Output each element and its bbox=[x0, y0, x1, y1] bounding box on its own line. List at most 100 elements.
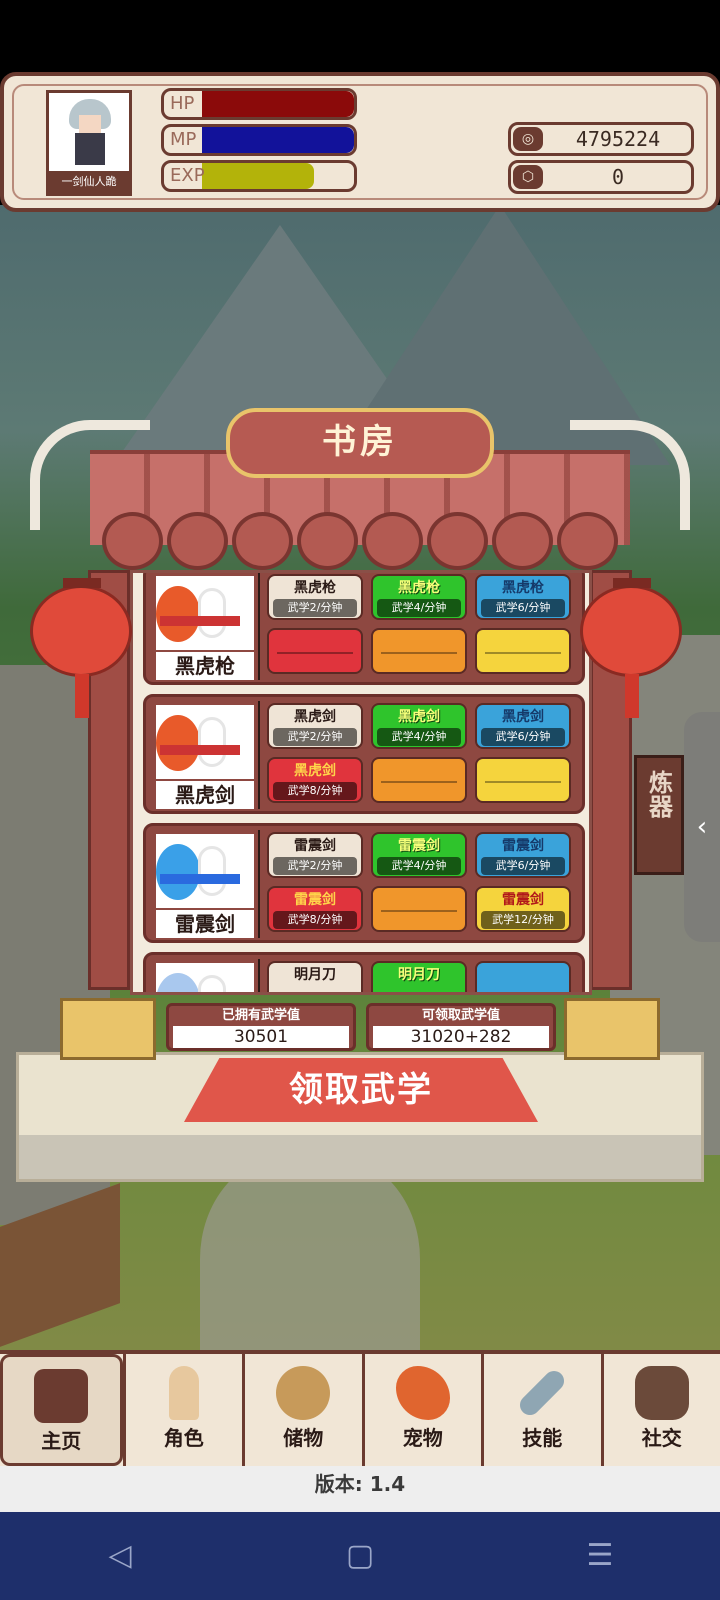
role-icon bbox=[168, 1366, 199, 1420]
skill-tier-slot[interactable] bbox=[475, 757, 571, 803]
lantern-icon bbox=[580, 578, 682, 718]
forge-tab-label: 炼器 bbox=[644, 770, 673, 818]
tier-grid: 黑虎枪 武学2/分钟 黑虎枪 武学4/分钟 黑虎枪 武学6/分钟 bbox=[267, 574, 571, 674]
skill-tier-slot[interactable]: 黑虎枪 武学2/分钟 bbox=[267, 574, 363, 620]
skill-tier-slot[interactable]: 雷震剑武学2/分钟 bbox=[267, 832, 363, 878]
tier-rate: 武学2/分钟 bbox=[273, 857, 357, 875]
divider bbox=[258, 830, 260, 938]
mp-bar: MP bbox=[161, 124, 357, 156]
skill-row[interactable]: 明月刀 明月刀 bbox=[143, 952, 585, 992]
player-name: 一剑仙人跪 bbox=[49, 171, 129, 193]
nav-item-skill[interactable]: 技能 bbox=[481, 1354, 601, 1466]
nav-item-social[interactable]: 社交 bbox=[600, 1354, 720, 1466]
skill-tier-slot[interactable] bbox=[267, 628, 363, 674]
skill-icon bbox=[516, 1366, 569, 1420]
skill-row[interactable]: 黑虎剑 黑虎剑 武学2/分钟 黑虎剑 武学4/分钟 黑虎剑 武学6/分钟 黑虎剑 武学8/分钟 bbox=[143, 694, 585, 814]
tier-rate: 武学8/分钟 bbox=[273, 911, 357, 929]
bottom-nav: 主页 角色 储物 宠物 技能 社交 bbox=[0, 1350, 720, 1466]
skill-tier-slot[interactable]: 黑虎剑 武学4/分钟 bbox=[371, 703, 467, 749]
tier-grid: 雷震剑 武学2/分钟 雷震剑 武学4/分钟 雷震剑 武学6/分钟 雷震剑 武学8/分钟 雷震剑武… bbox=[267, 832, 571, 932]
skill-tier-slot[interactable]: 黑虎剑武学8/分钟 bbox=[267, 757, 363, 803]
owned-martial-points: 已拥有武学值 30501 bbox=[166, 1003, 356, 1051]
skill-tier-slot[interactable] bbox=[475, 628, 571, 674]
version-label: 版本: 1.4 bbox=[0, 1466, 720, 1514]
nav-item-bag[interactable]: 储物 bbox=[242, 1354, 362, 1466]
skill-row[interactable]: 黑虎枪 黑虎枪 武学2/分钟 黑虎枪 武学4/分钟 黑虎枪 武学6/分钟 bbox=[143, 573, 585, 685]
menu-icon[interactable]: ☰ bbox=[570, 1526, 630, 1586]
forge-tab[interactable]: 炼器 bbox=[634, 755, 684, 875]
skill-tier-slot[interactable]: 雷震剑武学12/分钟 bbox=[475, 886, 571, 932]
tier-name: 明月刀 bbox=[294, 967, 336, 983]
chevron-left-icon[interactable]: ‹ bbox=[684, 712, 720, 942]
skill-tier-slot[interactable] bbox=[371, 757, 467, 803]
player-avatar[interactable]: 一剑仙人跪 bbox=[46, 90, 132, 196]
system-nav-bar: ◁ ▢ ☰ bbox=[0, 1512, 720, 1600]
building-title: 书房 bbox=[322, 422, 398, 462]
status-bar bbox=[0, 0, 720, 72]
mp-bar-fill bbox=[202, 127, 354, 153]
skill-tier-slot[interactable]: 雷震剑 武学6/分钟 bbox=[475, 832, 571, 878]
skill-art-icon bbox=[156, 963, 254, 992]
tier-rate: 武学4/分钟 bbox=[377, 599, 461, 617]
skill-panel[interactable]: 黑虎枪 黑虎枪 武学2/分钟 黑虎枪 武学4/分钟 黑虎枪 武学6/分钟 黑虎剑 黑虎剑 武学2/… bbox=[130, 570, 592, 995]
skill-name: 黑虎剑 bbox=[156, 781, 254, 809]
claimable-label: 可领取武学值 bbox=[421, 1008, 500, 1023]
skill-tier-slot[interactable]: 明月刀 bbox=[267, 961, 363, 992]
tier-name: 雷震剑 bbox=[294, 892, 336, 908]
divider bbox=[258, 959, 260, 992]
nav-label: 技能 bbox=[522, 1426, 563, 1450]
skill-tier-slot[interactable] bbox=[371, 886, 467, 932]
social-icon bbox=[634, 1366, 689, 1420]
nav-label: 储物 bbox=[283, 1426, 324, 1450]
gem-icon: ⬡ bbox=[513, 165, 543, 189]
skill-tier-slot[interactable]: 黑虎枪 武学4/分钟 bbox=[371, 574, 467, 620]
skill-tier-slot[interactable]: 雷震剑 武学4/分钟 bbox=[371, 832, 467, 878]
home-square-icon[interactable]: ▢ bbox=[330, 1526, 390, 1586]
hp-label: HP bbox=[170, 93, 195, 114]
gem-counter[interactable]: ⬡ 0 bbox=[508, 160, 694, 194]
pet-icon bbox=[395, 1366, 450, 1420]
skill-art-icon bbox=[156, 834, 254, 908]
tier-name: 明月刀 bbox=[398, 967, 440, 983]
skill-row[interactable]: 雷震剑 雷震剑 武学2/分钟 雷震剑 武学4/分钟 雷震剑 武学6/分钟 雷震剑 武学8/分钟雷… bbox=[143, 823, 585, 943]
nav-item-pet[interactable]: 宠物 bbox=[361, 1354, 482, 1466]
tier-name: 雷震剑 bbox=[294, 838, 336, 854]
claimable-value: 31020+282 bbox=[373, 1026, 549, 1048]
coin-counter[interactable]: ◎ 4795224 bbox=[508, 122, 694, 156]
bag-icon bbox=[276, 1366, 331, 1420]
skill-tier-slot[interactable] bbox=[475, 961, 571, 992]
claim-martial-button[interactable]: 领取武学 bbox=[184, 1058, 538, 1122]
mp-label: MP bbox=[170, 129, 197, 150]
back-icon[interactable]: ◁ bbox=[90, 1526, 150, 1586]
claim-button-label: 领取武学 bbox=[289, 1070, 433, 1110]
tier-name: 黑虎剑 bbox=[398, 709, 440, 725]
player-hud: 一剑仙人跪 HP MP EXP ◎ 4795224 ⬡ 0 bbox=[0, 72, 720, 212]
tier-rate: 武学8/分钟 bbox=[273, 782, 357, 800]
skill-list[interactable]: 黑虎枪 黑虎枪 武学2/分钟 黑虎枪 武学4/分钟 黑虎枪 武学6/分钟 黑虎剑 黑虎剑 武学2/… bbox=[143, 573, 585, 992]
gem-value: 0 bbox=[611, 165, 625, 189]
pillar-base bbox=[564, 998, 660, 1060]
skill-tier-slot[interactable]: 雷震剑武学8/分钟 bbox=[267, 886, 363, 932]
tier-name: 雷震剑 bbox=[502, 892, 544, 908]
tier-rate: 武学12/分钟 bbox=[481, 911, 565, 929]
skill-tier-slot[interactable]: 黑虎剑武学6/分钟 bbox=[475, 703, 571, 749]
tier-name: 雷震剑 bbox=[502, 838, 544, 854]
nav-item-home[interactable]: 主页 bbox=[0, 1354, 123, 1466]
pillar-base bbox=[60, 998, 156, 1060]
tier-rate: 武学2/分钟 bbox=[273, 728, 357, 746]
exp-label: EXP bbox=[170, 165, 205, 186]
skill-art-icon bbox=[156, 705, 254, 779]
skill-name: 黑虎枪 bbox=[156, 652, 254, 680]
tier-name: 黑虎剑 bbox=[502, 709, 544, 725]
skill-tier-slot[interactable]: 黑虎剑 武学2/分钟 bbox=[267, 703, 363, 749]
skill-tier-slot[interactable]: 明月刀 bbox=[371, 961, 467, 992]
skill-tier-slot[interactable]: 黑虎枪 武学6/分钟 bbox=[475, 574, 571, 620]
claimable-martial-points: 可领取武学值 31020+282 bbox=[366, 1003, 556, 1051]
nav-item-role[interactable]: 角色 bbox=[122, 1354, 243, 1466]
tier-name: 黑虎剑 bbox=[294, 763, 336, 779]
skill-tier-slot[interactable] bbox=[371, 628, 467, 674]
coin-icon: ◎ bbox=[513, 127, 543, 151]
tier-rate: 武学6/分钟 bbox=[481, 728, 565, 746]
building-title-sign: 书房 bbox=[226, 408, 494, 478]
tier-rate: 武学4/分钟 bbox=[377, 857, 461, 875]
